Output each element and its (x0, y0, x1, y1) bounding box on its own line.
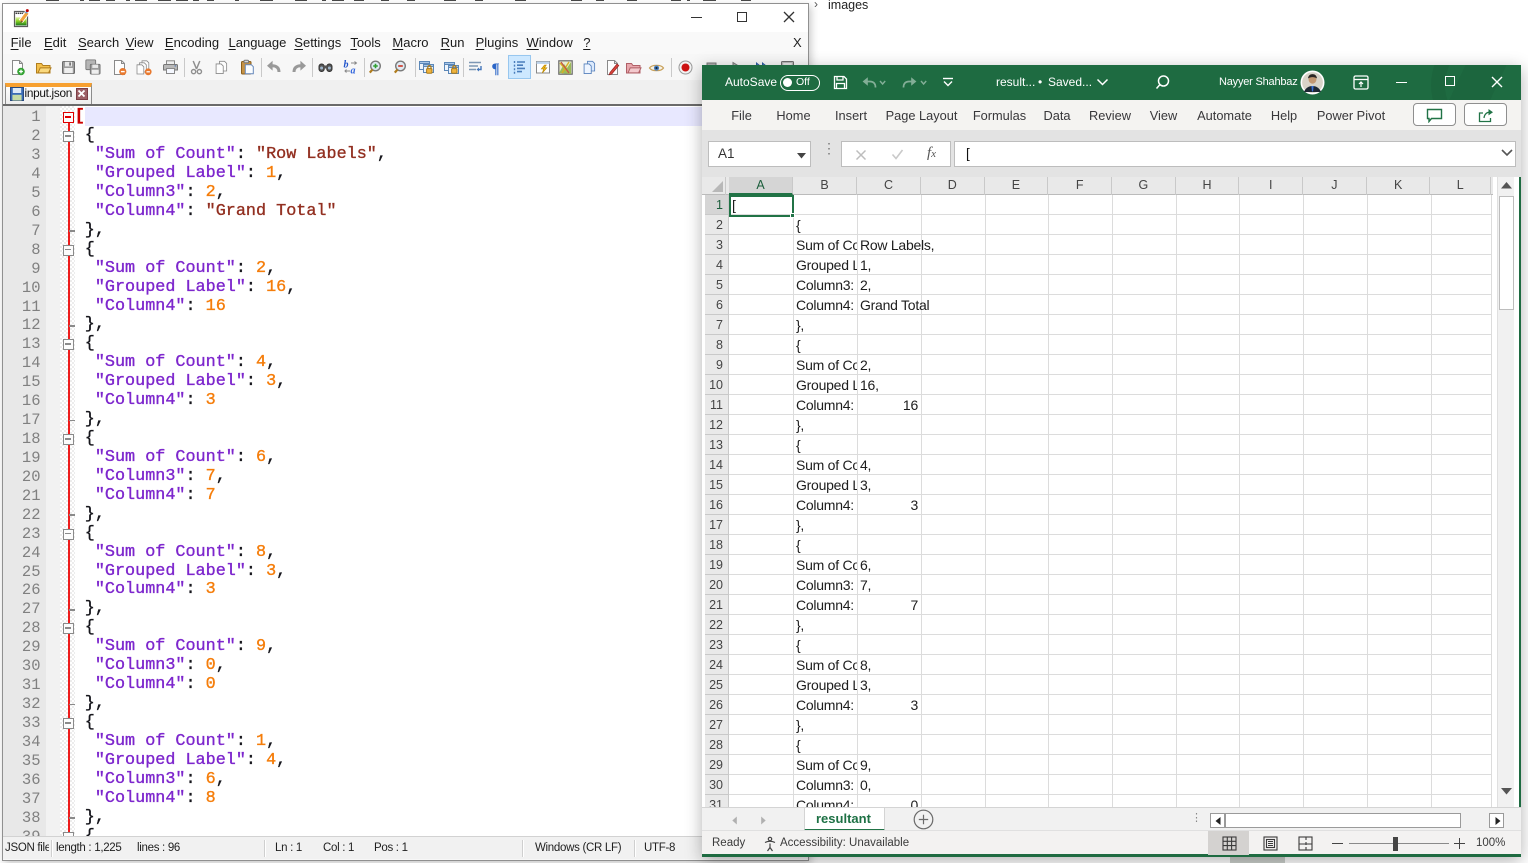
svg-text:a: a (350, 65, 355, 76)
svg-text:b: b (343, 59, 348, 70)
svg-text:¶: ¶ (492, 61, 500, 76)
